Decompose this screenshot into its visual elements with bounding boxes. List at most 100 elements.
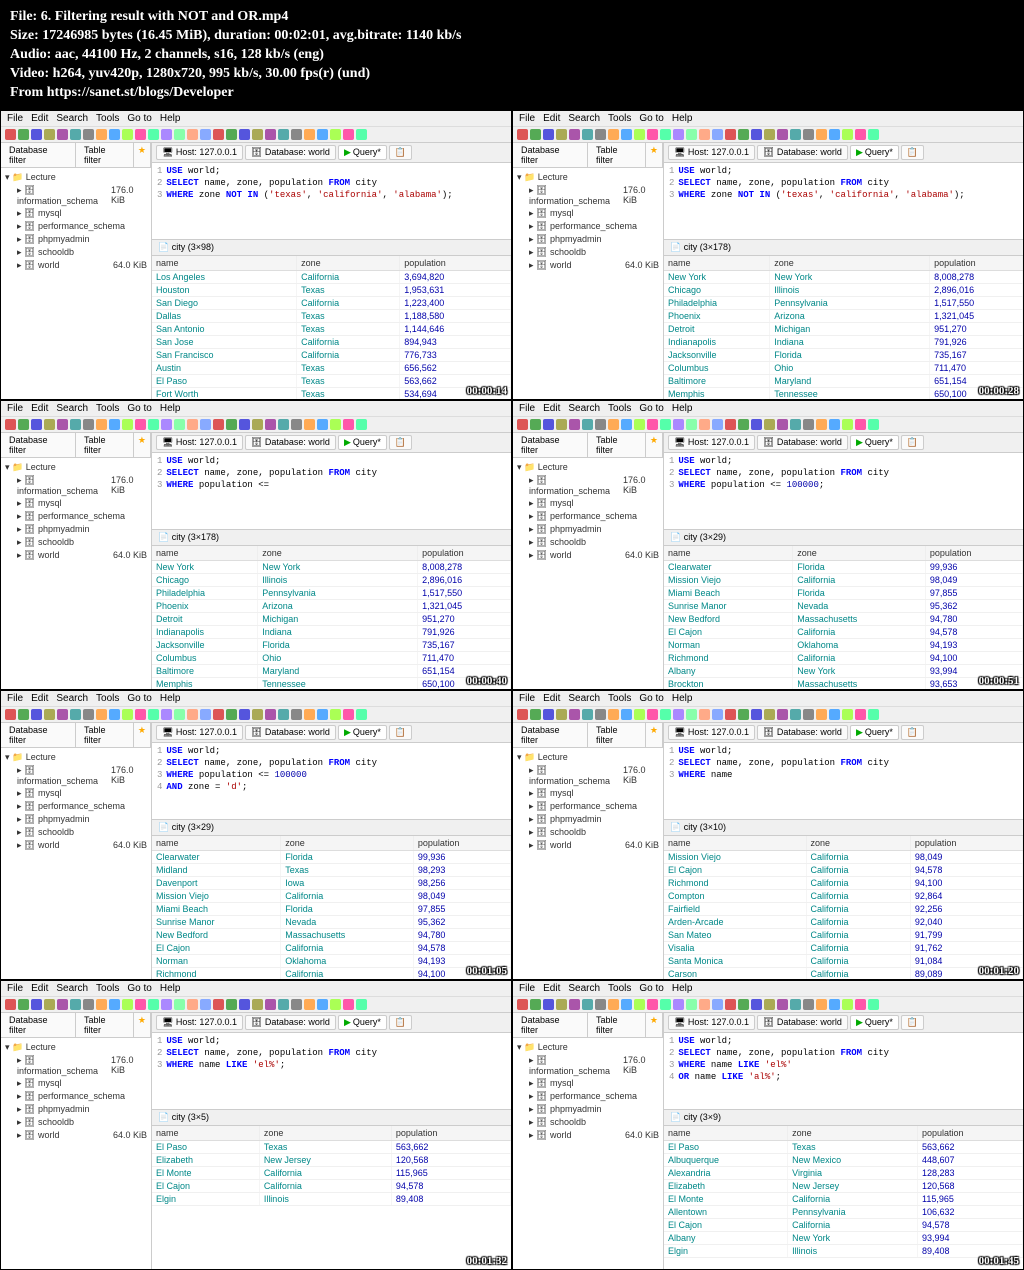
table-row[interactable]: ElginIllinois89,408	[664, 1245, 1023, 1258]
col-header[interactable]: population	[925, 546, 1022, 561]
tab-host[interactable]: 🖥 Host: 127.0.0.1	[668, 435, 755, 450]
tab-extra[interactable]: 📋	[901, 145, 924, 160]
toolbar-button[interactable]	[569, 709, 580, 720]
menu-help[interactable]: Help	[160, 403, 181, 414]
table-row[interactable]: NormanOklahoma94,193	[152, 955, 511, 968]
tab-extra[interactable]: 📋	[901, 725, 924, 740]
toolbar-button[interactable]	[569, 129, 580, 140]
toolbar-button[interactable]	[647, 129, 658, 140]
toolbar-button[interactable]	[148, 419, 159, 430]
toolbar-button[interactable]	[738, 709, 749, 720]
toolbar-button[interactable]	[291, 999, 302, 1010]
toolbar-button[interactable]	[122, 709, 133, 720]
toolbar-button[interactable]	[595, 999, 606, 1010]
toolbar-button[interactable]	[278, 419, 289, 430]
table-row[interactable]: RichmondCalifornia94,100	[152, 968, 511, 980]
tree-lecture[interactable]: ▾ 📁 Lecture	[517, 1041, 659, 1054]
toolbar-button[interactable]	[582, 129, 593, 140]
toolbar-button[interactable]	[751, 999, 762, 1010]
toolbar-button[interactable]	[634, 709, 645, 720]
toolbar-button[interactable]	[790, 999, 801, 1010]
table-row[interactable]: MidlandTexas98,293	[152, 864, 511, 877]
toolbar-button[interactable]	[5, 419, 16, 430]
table-row[interactable]: ClearwaterFlorida99,936	[664, 561, 1023, 574]
tab-db-filter[interactable]: Database filter	[1, 143, 76, 167]
menu-search[interactable]: Search	[56, 693, 88, 704]
tab-extra[interactable]: 📋	[901, 1015, 924, 1030]
col-header[interactable]: population	[418, 546, 511, 561]
toolbar-button[interactable]	[595, 419, 606, 430]
toolbar-button[interactable]	[330, 419, 341, 430]
toolbar-button[interactable]	[725, 129, 736, 140]
menu-edit[interactable]: Edit	[31, 403, 48, 414]
col-header[interactable]: name	[152, 1126, 259, 1141]
result-tab[interactable]: 📄 city (3×178)	[152, 530, 511, 546]
toolbar-button[interactable]	[868, 709, 879, 720]
tree-db[interactable]: ▸ 🗄 world64.0 KiB	[5, 259, 147, 272]
tab-query[interactable]: ▶Query*	[850, 725, 899, 740]
menu-edit[interactable]: Edit	[543, 403, 560, 414]
table-row[interactable]: Miami BeachFlorida97,855	[152, 903, 511, 916]
tab-table-filter[interactable]: Table filter	[76, 433, 134, 457]
toolbar-button[interactable]	[343, 999, 354, 1010]
table-row[interactable]: HoustonTexas1,953,631	[152, 284, 511, 297]
table-row[interactable]: DallasTexas1,188,580	[152, 310, 511, 323]
col-header[interactable]: name	[152, 836, 281, 851]
toolbar-button[interactable]	[70, 709, 81, 720]
toolbar-button[interactable]	[187, 129, 198, 140]
table-row[interactable]: ElizabethNew Jersey120,568	[152, 1154, 511, 1167]
toolbar-button[interactable]	[343, 709, 354, 720]
tree-db[interactable]: ▸ 🗄 phpmyadmin	[5, 233, 147, 246]
toolbar-button[interactable]	[96, 419, 107, 430]
menu-goto[interactable]: Go to	[127, 983, 151, 994]
tab-query[interactable]: ▶Query*	[850, 435, 899, 450]
toolbar-button[interactable]	[226, 999, 237, 1010]
tree-db[interactable]: ▸ 🗄 information_schema176.0 KiB	[517, 1054, 659, 1077]
menu-search[interactable]: Search	[568, 983, 600, 994]
toolbar-button[interactable]	[686, 999, 697, 1010]
tab-host[interactable]: 🖥 Host: 127.0.0.1	[156, 145, 243, 160]
toolbar-button[interactable]	[239, 999, 250, 1010]
toolbar-button[interactable]	[96, 709, 107, 720]
toolbar-button[interactable]	[855, 709, 866, 720]
tab-query[interactable]: ▶Query*	[338, 725, 387, 740]
menu-goto[interactable]: Go to	[639, 113, 663, 124]
table-row[interactable]: VisaliaCalifornia91,762	[664, 942, 1023, 955]
toolbar-button[interactable]	[543, 999, 554, 1010]
toolbar-button[interactable]	[517, 999, 528, 1010]
table-row[interactable]: Sunrise ManorNevada95,362	[152, 916, 511, 929]
menu-goto[interactable]: Go to	[127, 113, 151, 124]
toolbar-button[interactable]	[213, 709, 224, 720]
toolbar-button[interactable]	[278, 709, 289, 720]
toolbar-button[interactable]	[18, 999, 29, 1010]
toolbar-button[interactable]	[44, 999, 55, 1010]
toolbar-button[interactable]	[70, 999, 81, 1010]
table-row[interactable]: AustinTexas656,562	[152, 362, 511, 375]
toolbar-button[interactable]	[122, 129, 133, 140]
table-row[interactable]: DetroitMichigan951,270	[664, 323, 1023, 336]
toolbar-button[interactable]	[70, 129, 81, 140]
toolbar-button[interactable]	[530, 709, 541, 720]
tree-db[interactable]: ▸ 🗄 information_schema176.0 KiB	[517, 474, 659, 497]
toolbar-button[interactable]	[83, 419, 94, 430]
col-header[interactable]: zone	[793, 546, 926, 561]
tab-favorites[interactable]: ★	[134, 723, 151, 747]
toolbar-button[interactable]	[200, 709, 211, 720]
table-row[interactable]: DavenportIowa98,256	[152, 877, 511, 890]
toolbar-button[interactable]	[96, 129, 107, 140]
toolbar-button[interactable]	[582, 419, 593, 430]
toolbar-button[interactable]	[265, 419, 276, 430]
toolbar-button[interactable]	[226, 129, 237, 140]
toolbar-button[interactable]	[647, 709, 658, 720]
menu-tools[interactable]: Tools	[608, 403, 631, 414]
toolbar-button[interactable]	[803, 709, 814, 720]
toolbar-button[interactable]	[174, 129, 185, 140]
toolbar-button[interactable]	[777, 999, 788, 1010]
toolbar-button[interactable]	[226, 709, 237, 720]
tree-db[interactable]: ▸ 🗄 performance_schema	[5, 220, 147, 233]
toolbar-button[interactable]	[712, 129, 723, 140]
table-row[interactable]: El CajonCalifornia94,578	[664, 626, 1023, 639]
toolbar-button[interactable]	[530, 419, 541, 430]
sql-editor[interactable]: 1USE world; 2SELECT name, zone, populati…	[152, 163, 511, 240]
toolbar-button[interactable]	[161, 419, 172, 430]
